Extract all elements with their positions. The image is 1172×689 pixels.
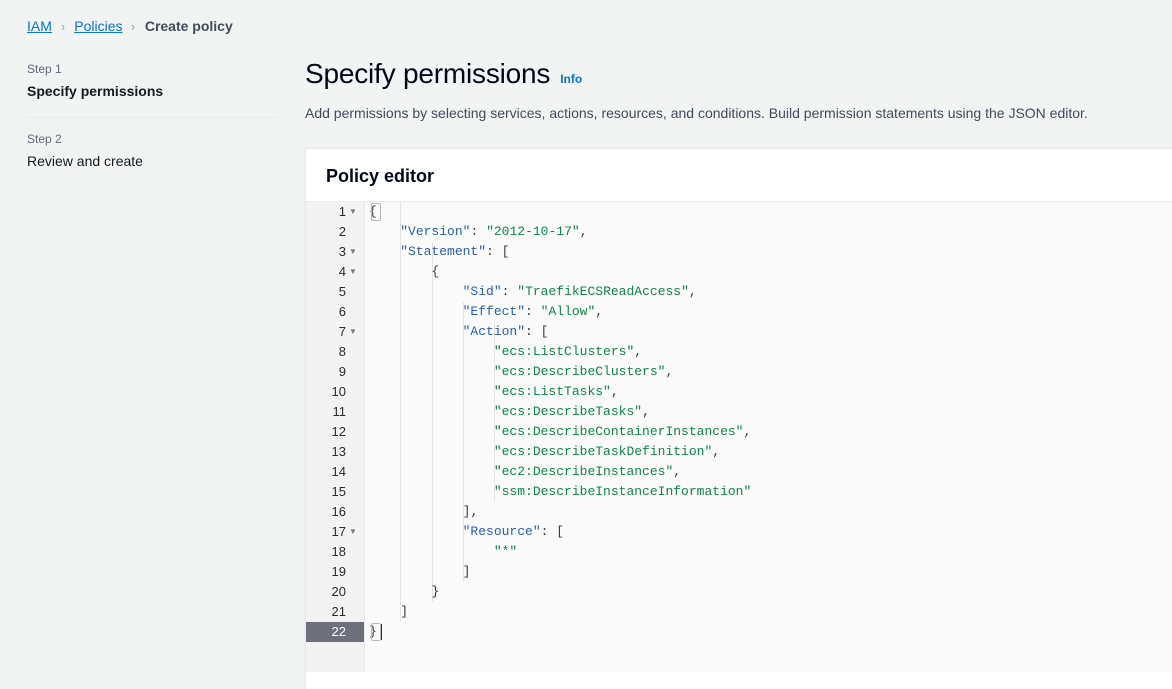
gutter-line-4[interactable]: 4▼ [306, 262, 364, 282]
breadcrumb-item-create-policy: Create policy [145, 16, 233, 36]
line-number: 3 [326, 242, 346, 262]
line-number: 2 [326, 222, 346, 242]
step-title: Review and create [27, 151, 278, 171]
code-line-5[interactable]: "Sid": "TraefikECSReadAccess", [369, 282, 1172, 302]
line-number: 8 [326, 342, 346, 362]
line-number: 18 [326, 542, 346, 562]
line-number: 1 [326, 202, 346, 222]
gutter-line-12[interactable]: 12 [306, 422, 364, 442]
code-line-3[interactable]: "Statement": [ [369, 242, 1172, 262]
code-line-11[interactable]: "ecs:DescribeTasks", [369, 402, 1172, 422]
breadcrumb-separator-icon: › [132, 20, 135, 33]
policy-editor-card: Policy editor 1▼23▼4▼567▼891011121314151… [305, 148, 1172, 689]
code-line-9[interactable]: "ecs:DescribeClusters", [369, 362, 1172, 382]
line-number: 12 [326, 422, 346, 442]
line-number: 14 [326, 462, 346, 482]
line-number: 11 [326, 402, 346, 422]
code-line-4[interactable]: { [369, 262, 1172, 282]
code-line-17[interactable]: "Resource": [ [369, 522, 1172, 542]
code-line-12[interactable]: "ecs:DescribeContainerInstances", [369, 422, 1172, 442]
gutter-line-14[interactable]: 14 [306, 462, 364, 482]
line-number: 4 [326, 262, 346, 282]
steps-sidebar: Step 1 Specify permissions Step 2 Review an… [0, 52, 305, 171]
gutter-line-19[interactable]: 19 [306, 562, 364, 582]
breadcrumb-separator-icon: › [61, 20, 64, 33]
code-line-6[interactable]: "Effect": "Allow", [369, 302, 1172, 322]
code-line-22[interactable]: } [369, 622, 1172, 642]
code-line-1[interactable]: { [369, 202, 1172, 222]
gutter-line-17[interactable]: 17▼ [306, 522, 364, 542]
line-number: 21 [326, 602, 346, 622]
gutter-line-22[interactable]: 22 [306, 622, 364, 642]
info-link[interactable]: Info [560, 72, 582, 86]
gutter-line-9[interactable]: 9 [306, 362, 364, 382]
code-line-7[interactable]: "Action": [ [369, 322, 1172, 342]
code-line-16[interactable]: ], [369, 502, 1172, 522]
code-line-21[interactable]: ] [369, 602, 1172, 622]
line-number: 13 [326, 442, 346, 462]
line-number: 19 [326, 562, 346, 582]
gutter-line-20[interactable]: 20 [306, 582, 364, 602]
code-line-20[interactable]: } [369, 582, 1172, 602]
main-content: Specify permissions Info Add permissions… [305, 52, 1172, 678]
fold-toggle-icon[interactable]: ▼ [346, 262, 360, 282]
line-number: 7 [326, 322, 346, 342]
line-number: 15 [326, 482, 346, 502]
code-line-8[interactable]: "ecs:ListClusters", [369, 342, 1172, 362]
step-number-label: Step 2 [27, 130, 278, 148]
gutter-line-1[interactable]: 1▼ [306, 202, 364, 222]
fold-toggle-icon[interactable]: ▼ [346, 242, 360, 262]
gutter-line-10[interactable]: 10 [306, 382, 364, 402]
page-description: Add permissions by selecting services, a… [305, 102, 1172, 124]
line-number: 9 [326, 362, 346, 382]
gutter-line-3[interactable]: 3▼ [306, 242, 364, 262]
gutter-line-8[interactable]: 8 [306, 342, 364, 362]
fold-toggle-icon[interactable]: ▼ [346, 202, 360, 222]
code-line-18[interactable]: "*" [369, 542, 1172, 562]
code-line-15[interactable]: "ssm:DescribeInstanceInformation" [369, 482, 1172, 502]
editor-gutter: 1▼23▼4▼567▼891011121314151617▼1819202122 [306, 202, 365, 672]
line-number: 17 [326, 522, 346, 542]
policy-editor-title: Policy editor [326, 166, 434, 186]
page-header: Specify permissions Info [305, 52, 1172, 92]
gutter-line-5[interactable]: 5 [306, 282, 364, 302]
breadcrumb: IAM › Policies › Create policy [27, 16, 233, 36]
text-cursor [381, 624, 382, 640]
line-number: 5 [326, 282, 346, 302]
gutter-line-11[interactable]: 11 [306, 402, 364, 422]
fold-toggle-icon[interactable]: ▼ [346, 522, 360, 542]
step-divider [27, 117, 278, 118]
matching-brace-highlight [372, 624, 380, 640]
json-policy-editor[interactable]: 1▼23▼4▼567▼891011121314151617▼1819202122… [306, 202, 1172, 672]
line-number: 20 [326, 582, 346, 602]
fold-toggle-icon[interactable]: ▼ [346, 322, 360, 342]
editor-code-area[interactable]: { "Version": "2012-10-17", "Statement": … [365, 202, 1172, 672]
code-line-10[interactable]: "ecs:ListTasks", [369, 382, 1172, 402]
gutter-line-16[interactable]: 16 [306, 502, 364, 522]
sidebar-step-2[interactable]: Step 2 Review and create [0, 122, 305, 171]
code-line-13[interactable]: "ecs:DescribeTaskDefinition", [369, 442, 1172, 462]
code-line-14[interactable]: "ec2:DescribeInstances", [369, 462, 1172, 482]
line-number: 10 [326, 382, 346, 402]
sidebar-step-1[interactable]: Step 1 Specify permissions [0, 52, 305, 101]
gutter-line-13[interactable]: 13 [306, 442, 364, 462]
step-title: Specify permissions [27, 81, 278, 101]
gutter-line-6[interactable]: 6 [306, 302, 364, 322]
breadcrumb-item-iam[interactable]: IAM [27, 16, 52, 36]
line-number: 16 [326, 502, 346, 522]
gutter-line-2[interactable]: 2 [306, 222, 364, 242]
gutter-line-15[interactable]: 15 [306, 482, 364, 502]
step-number-label: Step 1 [27, 60, 278, 78]
breadcrumb-item-policies[interactable]: Policies [74, 16, 122, 36]
line-number: 22 [326, 622, 346, 642]
policy-editor-header: Policy editor [306, 149, 1172, 202]
gutter-line-7[interactable]: 7▼ [306, 322, 364, 342]
code-line-19[interactable]: ] [369, 562, 1172, 582]
code-line-2[interactable]: "Version": "2012-10-17", [369, 222, 1172, 242]
gutter-line-18[interactable]: 18 [306, 542, 364, 562]
matching-brace-highlight [372, 204, 380, 220]
gutter-line-21[interactable]: 21 [306, 602, 364, 622]
page-title: Specify permissions [305, 56, 550, 92]
line-number: 6 [326, 302, 346, 322]
